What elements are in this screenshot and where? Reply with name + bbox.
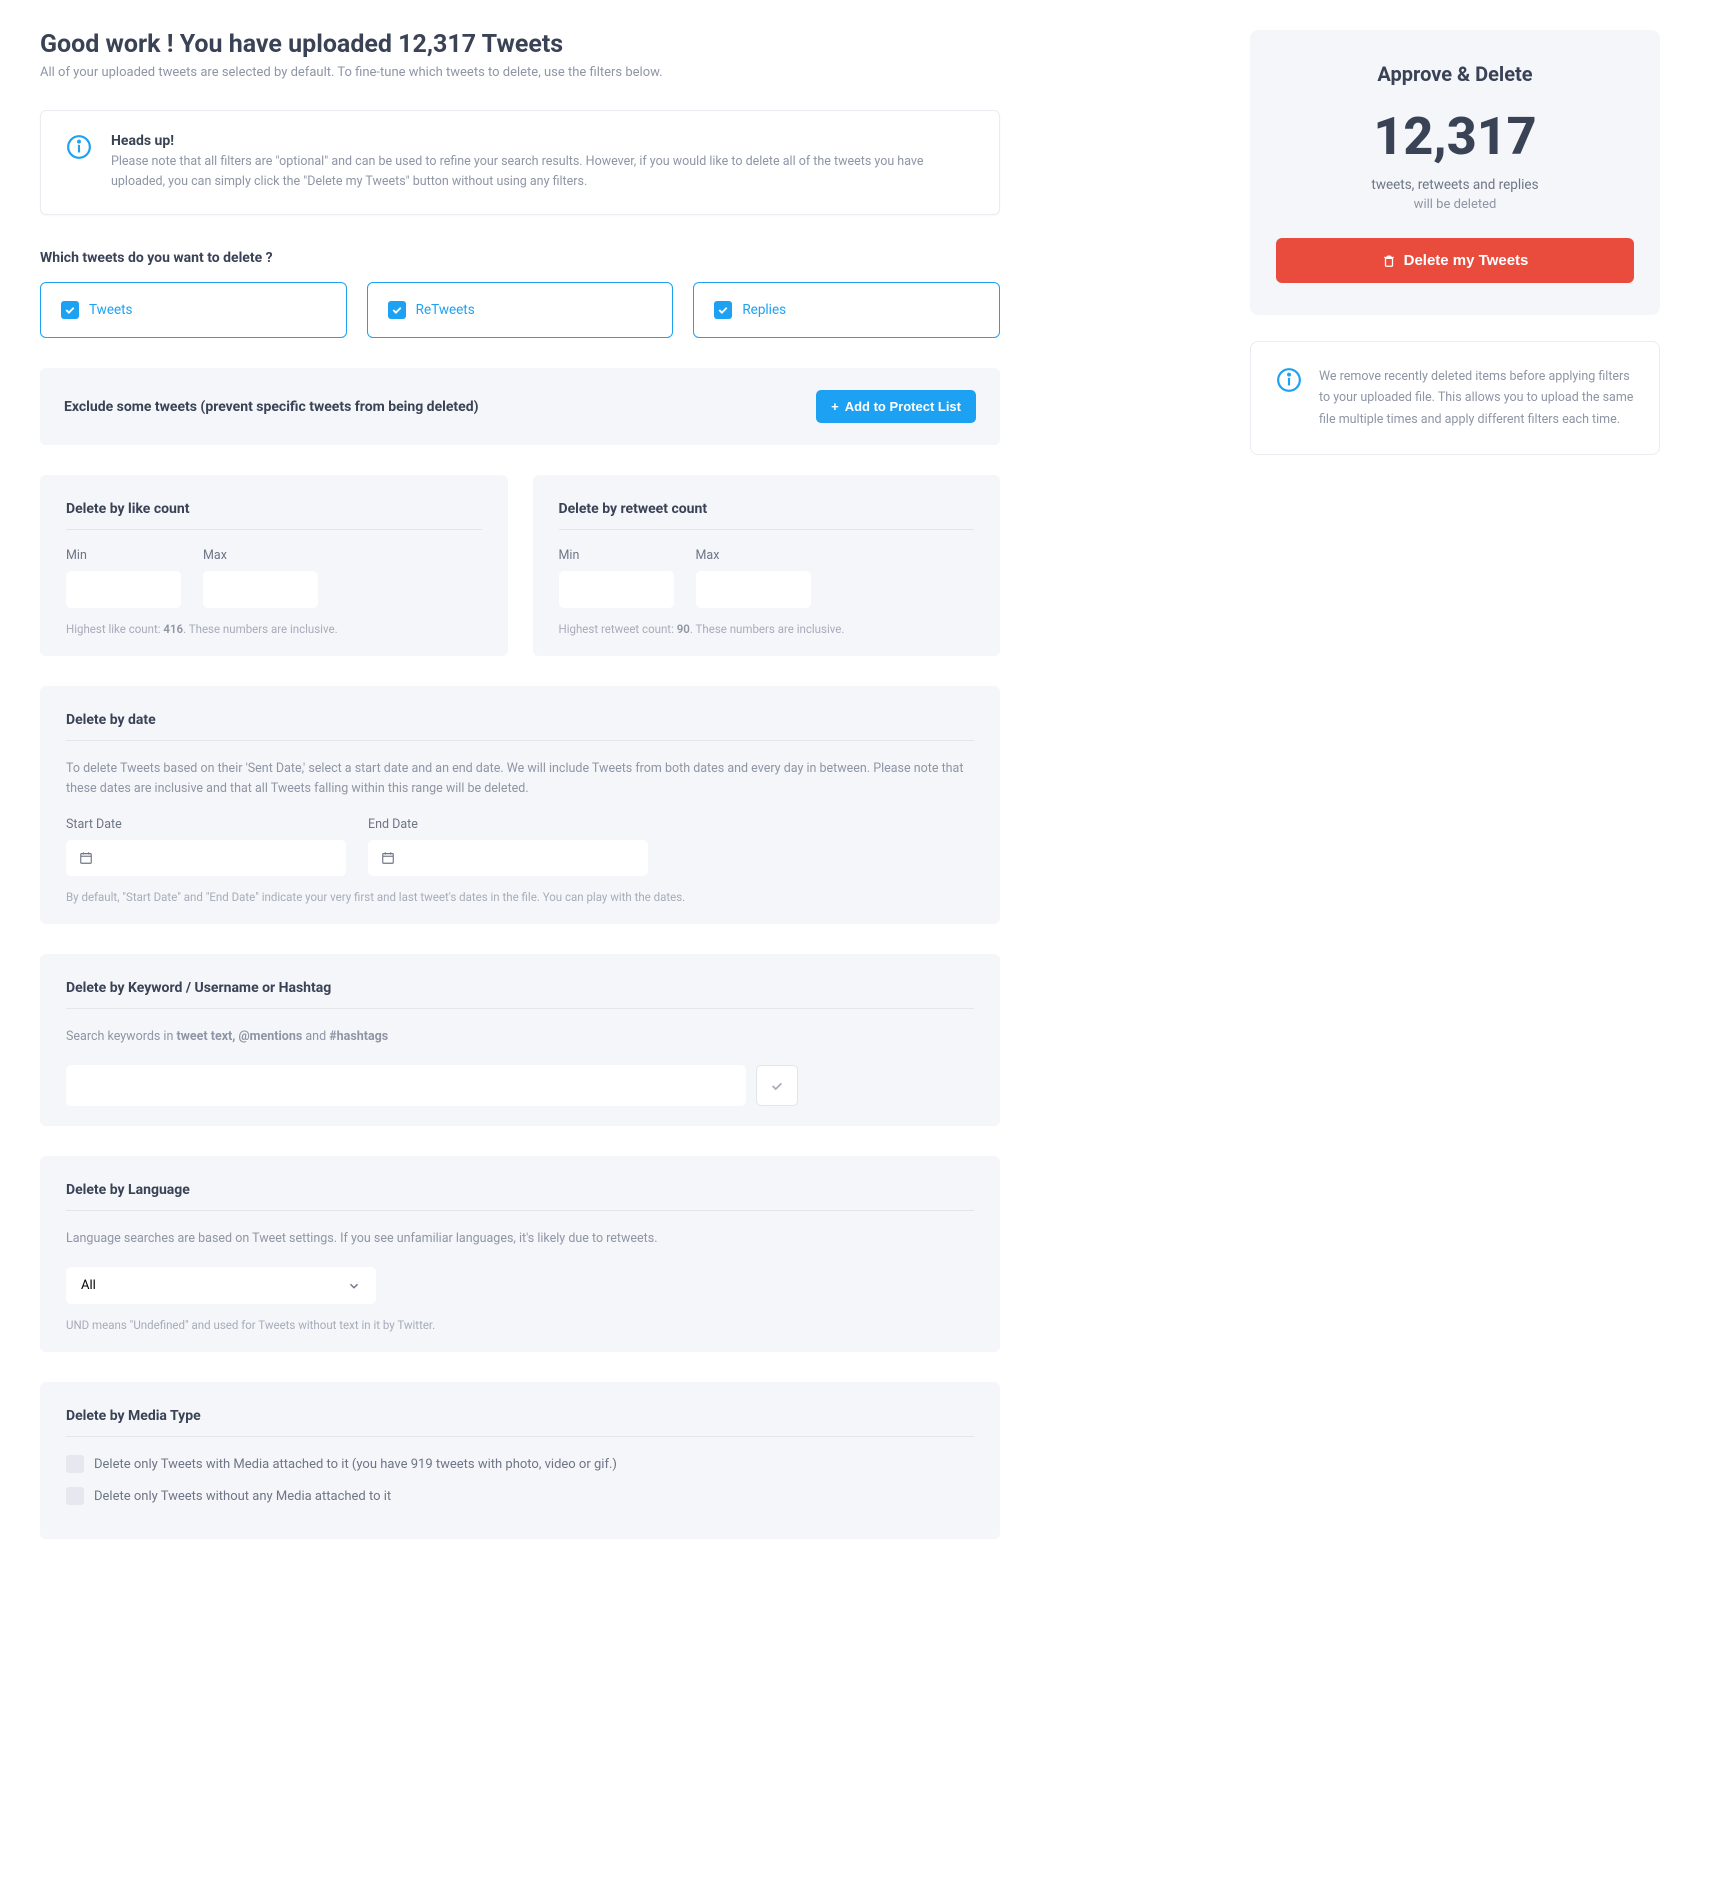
alert-title: Heads up! — [111, 133, 975, 149]
type-replies[interactable]: Replies — [693, 282, 1000, 338]
checkbox-unchecked-icon — [66, 1455, 84, 1473]
max-label: Max — [203, 548, 318, 563]
button-label: Add to Protect List — [845, 399, 961, 414]
like-hint: Highest like count: 416. These numbers a… — [66, 622, 482, 636]
type-label: ReTweets — [416, 302, 475, 318]
check-label: Delete only Tweets with Media attached t… — [94, 1457, 617, 1472]
exclude-title: Exclude some tweets (prevent specific tw… — [64, 399, 479, 415]
card-title: Delete by date — [66, 712, 974, 741]
checkbox-unchecked-icon — [66, 1487, 84, 1505]
language-hint: UND means "Undefined" and used for Tweet… — [66, 1318, 974, 1332]
trash-icon — [1382, 254, 1396, 268]
like-max-input[interactable] — [203, 571, 318, 608]
type-tweets[interactable]: Tweets — [40, 282, 347, 338]
keyword-desc: Search keywords in tweet text, @mentions… — [66, 1027, 974, 1047]
end-date-label: End Date — [368, 817, 648, 832]
type-retweets[interactable]: ReTweets — [367, 282, 674, 338]
language-desc: Language searches are based on Tweet set… — [66, 1229, 974, 1249]
heads-up-alert: Heads up! Please note that all filters a… — [40, 110, 1000, 215]
exclude-bar: Exclude some tweets (prevent specific tw… — [40, 368, 1000, 445]
plus-icon: + — [831, 399, 839, 414]
min-label: Min — [66, 548, 181, 563]
which-tweets-title: Which tweets do you want to delete ? — [40, 250, 1000, 266]
checkbox-checked-icon — [388, 301, 406, 319]
date-hint: By default, "Start Date" and "End Date" … — [66, 890, 974, 904]
like-count-card: Delete by like count Min Max Highest lik… — [40, 475, 508, 656]
check-label: Delete only Tweets without any Media att… — [94, 1489, 391, 1504]
select-value: All — [81, 1278, 96, 1293]
checkbox-checked-icon — [61, 301, 79, 319]
info-card: We remove recently deleted items before … — [1250, 341, 1660, 455]
keyword-confirm-button[interactable] — [756, 1065, 798, 1106]
card-title: Delete by Language — [66, 1182, 974, 1211]
media-with-checkbox[interactable]: Delete only Tweets with Media attached t… — [66, 1455, 974, 1473]
max-label: Max — [696, 548, 811, 563]
info-text: We remove recently deleted items before … — [1319, 366, 1635, 430]
end-date-input[interactable] — [368, 840, 648, 876]
info-icon — [1275, 366, 1303, 394]
type-label: Replies — [742, 302, 786, 318]
approve-sub2: will be deleted — [1276, 197, 1634, 212]
calendar-icon — [79, 851, 93, 865]
date-desc: To delete Tweets based on their 'Sent Da… — [66, 759, 974, 799]
media-without-checkbox[interactable]: Delete only Tweets without any Media att… — [66, 1487, 974, 1505]
approve-count: 12,317 — [1276, 106, 1634, 167]
card-title: Delete by retweet count — [559, 501, 975, 530]
date-card: Delete by date To delete Tweets based on… — [40, 686, 1000, 924]
add-to-protect-list-button[interactable]: + Add to Protect List — [816, 390, 976, 423]
keyword-input[interactable] — [66, 1065, 746, 1106]
start-date-label: Start Date — [66, 817, 346, 832]
page-title: Good work ! You have uploaded 12,317 Twe… — [40, 30, 1000, 59]
language-select[interactable]: All — [66, 1267, 376, 1304]
retweet-max-input[interactable] — [696, 571, 811, 608]
alert-text: Please note that all filters are "option… — [111, 152, 975, 192]
approve-sub1: tweets, retweets and replies — [1276, 177, 1634, 193]
min-label: Min — [559, 548, 674, 563]
approve-title: Approve & Delete — [1276, 62, 1634, 86]
button-label: Delete my Tweets — [1404, 252, 1529, 269]
checkbox-checked-icon — [714, 301, 732, 319]
type-label: Tweets — [89, 302, 133, 318]
like-min-input[interactable] — [66, 571, 181, 608]
chevron-down-icon — [347, 1279, 361, 1293]
media-card: Delete by Media Type Delete only Tweets … — [40, 1382, 1000, 1539]
approve-card: Approve & Delete 12,317 tweets, retweets… — [1250, 30, 1660, 315]
calendar-icon — [381, 851, 395, 865]
delete-my-tweets-button[interactable]: Delete my Tweets — [1276, 238, 1634, 283]
card-title: Delete by like count — [66, 501, 482, 530]
card-title: Delete by Keyword / Username or Hashtag — [66, 980, 974, 1009]
page-subtitle: All of your uploaded tweets are selected… — [40, 65, 1000, 80]
retweet-count-card: Delete by retweet count Min Max Highest … — [533, 475, 1001, 656]
retweet-hint: Highest retweet count: 90. These numbers… — [559, 622, 975, 636]
start-date-input[interactable] — [66, 840, 346, 876]
check-icon — [770, 1079, 784, 1093]
language-card: Delete by Language Language searches are… — [40, 1156, 1000, 1352]
retweet-min-input[interactable] — [559, 571, 674, 608]
keyword-card: Delete by Keyword / Username or Hashtag … — [40, 954, 1000, 1126]
info-icon — [65, 133, 93, 161]
card-title: Delete by Media Type — [66, 1408, 974, 1437]
